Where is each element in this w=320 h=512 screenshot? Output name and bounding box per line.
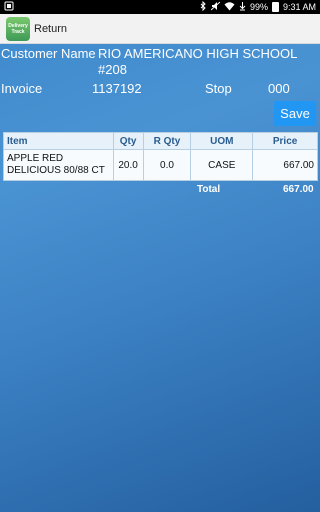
app-logo[interactable]: Delivery Track <box>6 16 30 41</box>
customer-name-label: Customer Name <box>1 46 96 61</box>
save-button[interactable]: Save <box>274 101 316 126</box>
column-header-item[interactable]: Item <box>3 132 114 150</box>
app-bar: Delivery Track Return <box>0 14 320 44</box>
total-label: Total <box>197 184 221 195</box>
cell-uom: CASE <box>190 149 254 181</box>
clock: 9:31 AM <box>282 2 316 12</box>
customer-name-value-line2: #208 <box>98 62 127 77</box>
return-items-table: Item Qty R Qty UOM Price APPLE RED DELIC… <box>3 132 318 181</box>
column-header-qty[interactable]: Qty <box>112 132 144 150</box>
notification-icon <box>4 1 14 13</box>
mute-icon <box>210 1 221 13</box>
cell-price: 667.00 <box>252 149 318 181</box>
stop-value: 000 <box>268 81 290 96</box>
wifi-icon <box>224 1 235 13</box>
cell-qty: 20.0 <box>112 149 144 181</box>
total-value: 667.00 <box>283 184 314 195</box>
bluetooth-icon <box>200 0 207 13</box>
table-row[interactable]: APPLE RED DELICIOUS 80/88 CT 20.0 0.0 CA… <box>3 149 318 181</box>
app-logo-text: Delivery Track <box>8 22 28 35</box>
invoice-label: Invoice <box>1 81 43 96</box>
status-bar: 99% 9:31 AM <box>0 0 320 14</box>
stop-label: Stop <box>205 81 232 96</box>
battery-icon <box>271 2 279 12</box>
table-header-row: Item Qty R Qty UOM Price <box>3 132 318 150</box>
page-title: Return <box>34 22 68 35</box>
customer-name-value: RIO AMERICANO HIGH SCHOOL <box>98 46 298 61</box>
cell-r-qty[interactable]: 0.0 <box>142 149 192 181</box>
column-header-r-qty[interactable]: R Qty <box>142 132 192 150</box>
download-icon <box>239 1 246 13</box>
column-header-uom[interactable]: UOM <box>190 132 254 150</box>
battery-percent: 99% <box>249 2 268 12</box>
cell-item: APPLE RED DELICIOUS 80/88 CT <box>3 149 114 181</box>
column-header-price[interactable]: Price <box>252 132 318 150</box>
invoice-value: 1137192 <box>92 81 142 96</box>
